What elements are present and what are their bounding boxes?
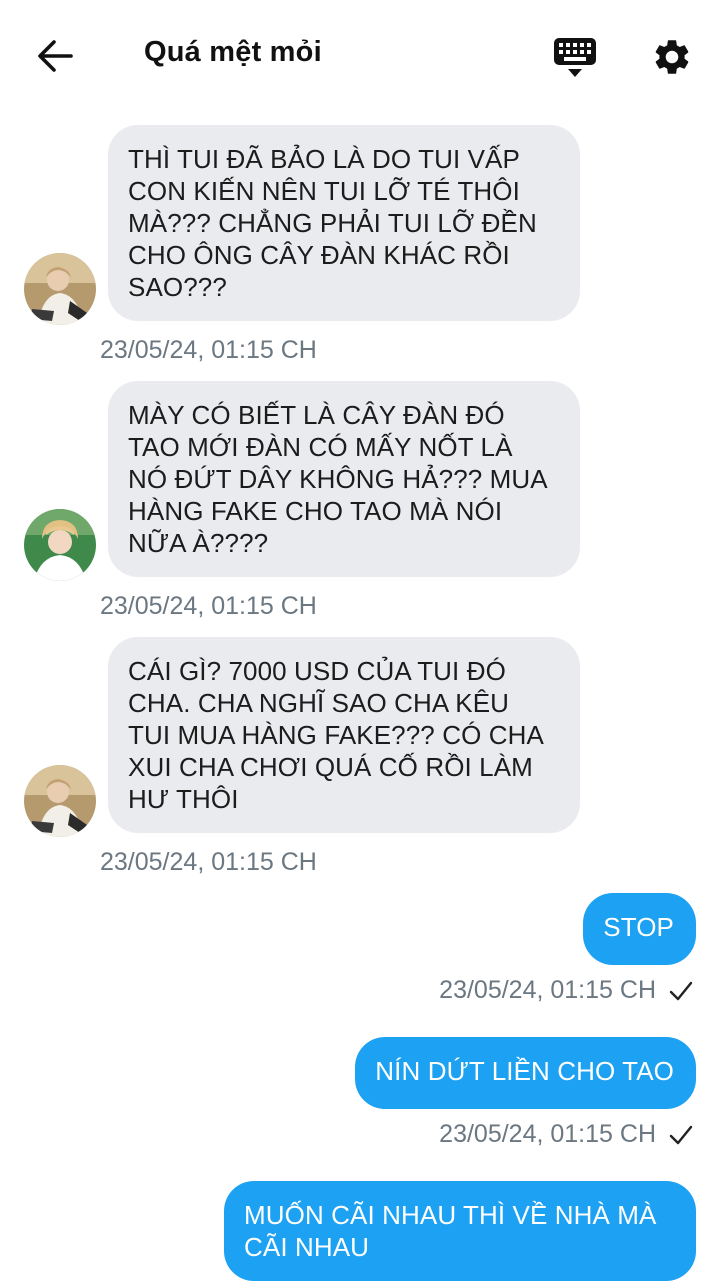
message-timestamp: 23/05/24, 01:15 CH bbox=[439, 976, 656, 1004]
outgoing-message-bubble[interactable]: STOP bbox=[583, 893, 696, 965]
chat-screen: Quá mệt mỏi THÌ TUI ĐÃ BẢO LÀ DO TUI VẤP… bbox=[0, 0, 720, 1286]
keyboard-button[interactable] bbox=[552, 34, 600, 80]
avatar[interactable] bbox=[24, 509, 96, 581]
message-status: 23/05/24, 01:15 CH bbox=[439, 1120, 694, 1149]
message-timestamp: 23/05/24, 01:15 CH bbox=[100, 592, 317, 620]
incoming-message-bubble[interactable]: THÌ TUI ĐÃ BẢO LÀ DO TUI VẤP CON KIẾN NÊ… bbox=[108, 125, 580, 321]
message-timestamp: 23/05/24, 01:15 CH bbox=[100, 848, 317, 876]
message-status: 23/05/24, 01:15 CH bbox=[439, 976, 694, 1005]
outgoing-message-bubble[interactable]: MUỐN CÃI NHAU THÌ VỀ NHÀ MÀ CÃI NHAU bbox=[224, 1181, 696, 1281]
keyboard-icon bbox=[554, 38, 596, 77]
sent-check-icon bbox=[669, 1125, 693, 1144]
gear-icon bbox=[655, 40, 689, 74]
chat-title: Quá mệt mỏi bbox=[144, 36, 322, 68]
incoming-message-bubble[interactable]: MÀY CÓ BIẾT LÀ CÂY ĐÀN ĐÓ TAO MỚI ĐÀN CÓ… bbox=[108, 381, 580, 577]
incoming-message-bubble[interactable]: CÁI GÌ? 7000 USD CỦA TUI ĐÓ CHA. CHA NGH… bbox=[108, 637, 580, 833]
avatar-photo bbox=[24, 253, 96, 325]
outgoing-message-bubble[interactable]: NÍN DỨT LIỀN CHO TAO bbox=[355, 1037, 696, 1109]
avatar-photo bbox=[24, 765, 96, 837]
sent-check-icon bbox=[669, 981, 693, 1000]
message-timestamp: 23/05/24, 01:15 CH bbox=[100, 336, 317, 364]
message-timestamp: 23/05/24, 01:15 CH bbox=[439, 1120, 656, 1148]
avatar[interactable] bbox=[24, 253, 96, 325]
chat-header: Quá mệt mỏi bbox=[0, 0, 720, 112]
arrow-left-icon bbox=[38, 40, 73, 72]
avatar-photo bbox=[24, 509, 96, 581]
settings-button[interactable] bbox=[648, 34, 696, 80]
avatar[interactable] bbox=[24, 765, 96, 837]
back-button[interactable] bbox=[30, 34, 80, 78]
